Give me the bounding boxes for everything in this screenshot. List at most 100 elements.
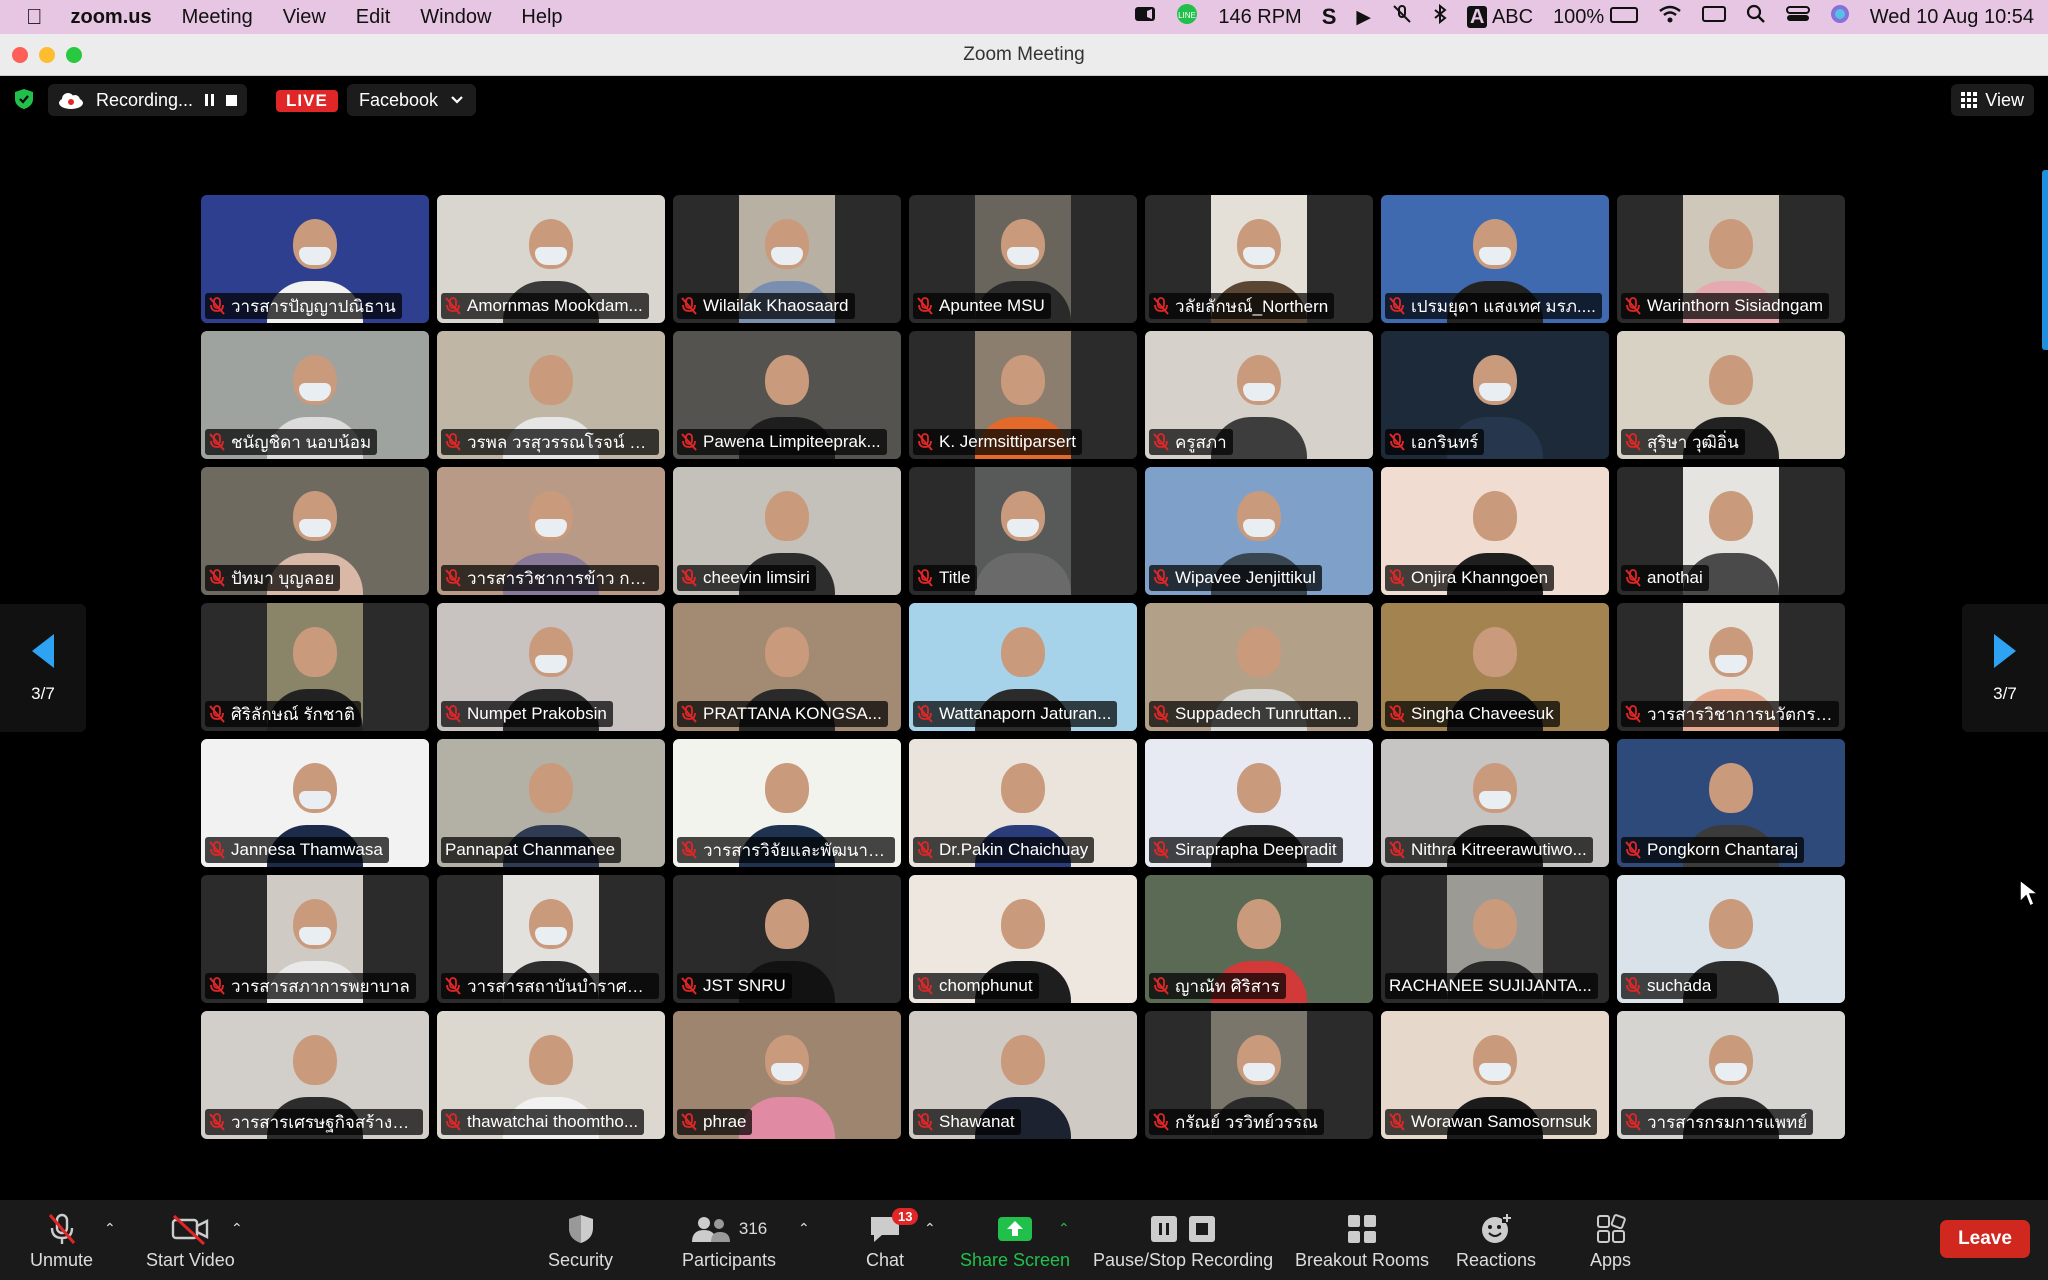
encryption-shield-icon[interactable] [14,88,34,110]
unmute-button[interactable]: Unmute [30,1212,93,1271]
participant-tile[interactable]: ครูสภา [1145,331,1373,459]
app-menu[interactable]: zoom.us [71,6,152,29]
minimize-window-button[interactable] [39,47,55,63]
mic-muted-icon[interactable] [1391,4,1413,30]
participant-tile[interactable]: anothai [1617,467,1845,595]
participant-tile[interactable]: วารสารเศรษฐกิจสร้างสร... [201,1011,429,1139]
input-source[interactable]: A ABC [1467,5,1533,29]
participant-tile[interactable]: suchada [1617,875,1845,1003]
apple-menu-icon[interactable]:  [26,4,43,30]
start-video-button[interactable]: Start Video [146,1212,235,1271]
wifi-icon[interactable] [1658,5,1682,29]
participant-tile[interactable]: ญาณัท ศิริสาร [1145,875,1373,1003]
participant-tile[interactable]: Siraprapha Deepradit [1145,739,1373,867]
zoom-window-button[interactable] [66,47,82,63]
participant-tile[interactable]: วรพล วรสุวรรณโรจน์ วส... [437,331,665,459]
pause-recording-button[interactable] [205,94,215,106]
close-window-button[interactable] [12,47,28,63]
participant-tile[interactable]: วารสารวิชาการนวัตกรร... [1617,603,1845,731]
stop-recording-button[interactable] [226,94,238,106]
participant-tile[interactable]: เอกรินทร์ [1381,331,1609,459]
participant-tile[interactable]: Nithra Kitreerawutiwo... [1381,739,1609,867]
participants-button[interactable]: 316 Participants [682,1212,776,1271]
apps-button[interactable]: Apps [1590,1212,1631,1271]
chat-button[interactable]: 13 Chat [866,1208,919,1271]
reactions-button[interactable]: Reactions [1456,1212,1536,1271]
participant-tile[interactable]: Warinthorn Sisiadngam [1617,195,1845,323]
participant-tile[interactable]: วารสารกรมการแพทย์ [1617,1011,1845,1139]
search-icon[interactable] [1746,4,1766,30]
line-app-icon[interactable]: LINE [1176,3,1198,31]
chat-options-caret[interactable]: ⌃ [924,1220,936,1237]
battery-status[interactable]: 100% [1553,6,1638,29]
rpm-readout[interactable]: 146 RPM [1218,6,1301,29]
participant-tile[interactable]: กรัณย์ วรวิทย์วรรณ [1145,1011,1373,1139]
participant-tile[interactable]: Wattanaporn Jaturan... [909,603,1137,731]
next-page-button[interactable]: 3/7 [1962,604,2048,732]
participant-tile[interactable]: phrae [673,1011,901,1139]
participant-tile[interactable]: thawatchai thoomtho... [437,1011,665,1139]
participant-tile[interactable]: วารสารสถาบันบำราศนร... [437,875,665,1003]
participant-tile[interactable]: Singha Chaveesuk [1381,603,1609,731]
side-panel-handle[interactable] [2042,170,2048,350]
participant-tile[interactable]: Wilailak Khaosaard [673,195,901,323]
menu-window[interactable]: Window [420,6,491,29]
participant-tile[interactable]: PRATTANA KONGSA... [673,603,901,731]
leave-meeting-button[interactable]: Leave [1940,1220,2030,1258]
participant-tile[interactable]: Onjira Khanngoen [1381,467,1609,595]
menu-help[interactable]: Help [521,6,562,29]
menu-meeting[interactable]: Meeting [182,6,253,29]
participant-tile[interactable]: ปัทมา บุญลอย [201,467,429,595]
participant-tile[interactable]: Dr.Pakin Chaichuay [909,739,1137,867]
participant-tile[interactable]: วารสารปัญญาปณิธาน [201,195,429,323]
menu-edit[interactable]: Edit [356,6,390,29]
menu-view[interactable]: View [283,6,326,29]
participant-tile[interactable]: วลัยลักษณ์_Northern [1145,195,1373,323]
participant-tile[interactable]: JST SNRU [673,875,901,1003]
participant-tile[interactable]: Numpet Prakobsin [437,603,665,731]
audio-options-caret[interactable]: ⌃ [104,1220,116,1237]
participant-tile[interactable]: Shawanat [909,1011,1137,1139]
participant-tile[interactable]: Pawena Limpiteeprak... [673,331,901,459]
menu-clock[interactable]: Wed 10 Aug 10:54 [1870,6,2034,29]
pause-stop-recording-button[interactable]: Pause/Stop Recording [1093,1212,1273,1271]
memory-icon[interactable] [1701,6,1726,28]
live-stream-target-dropdown[interactable]: Facebook [347,84,477,116]
video-options-caret[interactable]: ⌃ [231,1220,243,1237]
participant-tile[interactable]: Pongkorn Chantaraj [1617,739,1845,867]
play-circle-icon[interactable]: ▶︎ [1356,6,1371,29]
participant-tile[interactable]: Jannesa Thamwasa [201,739,429,867]
siri-icon[interactable] [1830,4,1850,30]
breakout-rooms-button[interactable]: Breakout Rooms [1295,1212,1429,1271]
participant-tile[interactable]: cheevin limsiri [673,467,901,595]
bluetooth-icon[interactable] [1433,3,1447,30]
participant-tile[interactable]: K. Jermsittiparsert [909,331,1137,459]
participant-tile[interactable]: วารสารวิชาการข้าว กรม... [437,467,665,595]
participant-tile[interactable]: ศิริลักษณ์ รักชาติ [201,603,429,731]
participant-tile[interactable]: เปรมยุดา แสงเทศ มรภ.... [1381,195,1609,323]
share-options-caret[interactable]: ⌃ [1058,1220,1070,1237]
security-button[interactable]: Security [548,1212,613,1271]
mic-muted-icon [445,297,461,315]
participant-tile[interactable]: RACHANEE SUJIJANTA... [1381,875,1609,1003]
scrivener-icon[interactable]: S [1322,4,1337,30]
participants-options-caret[interactable]: ⌃ [798,1220,810,1237]
participant-tile[interactable]: Title [909,467,1137,595]
participant-tile[interactable]: Apuntee MSU [909,195,1137,323]
previous-page-button[interactable]: 3/7 [0,604,86,732]
live-badge[interactable]: LIVE [276,90,338,112]
participant-tile[interactable]: วารสารวิจัยและพัฒนา ว... [673,739,901,867]
participant-tile[interactable]: ชนัญชิดา นอบน้อม [201,331,429,459]
participant-tile[interactable]: Worawan Samosornsuk [1381,1011,1609,1139]
participant-tile[interactable]: วารสารสภาการพยาบาล [201,875,429,1003]
share-screen-button[interactable]: Share Screen [960,1212,1070,1271]
control-center-icon[interactable] [1785,5,1810,29]
participant-tile[interactable]: Wipavee Jenjittikul [1145,467,1373,595]
participant-tile[interactable]: chomphunut [909,875,1137,1003]
participant-tile[interactable]: Pannapat Chanmanee [437,739,665,867]
participant-tile[interactable]: Amornmas Mookdam... [437,195,665,323]
participant-tile[interactable]: Suppadech Tunruttan... [1145,603,1373,731]
view-button[interactable]: View [1951,84,2034,116]
zoom-status-icon[interactable] [1134,5,1156,29]
participant-tile[interactable]: สุริษา วุฒิอิ่น [1617,331,1845,459]
